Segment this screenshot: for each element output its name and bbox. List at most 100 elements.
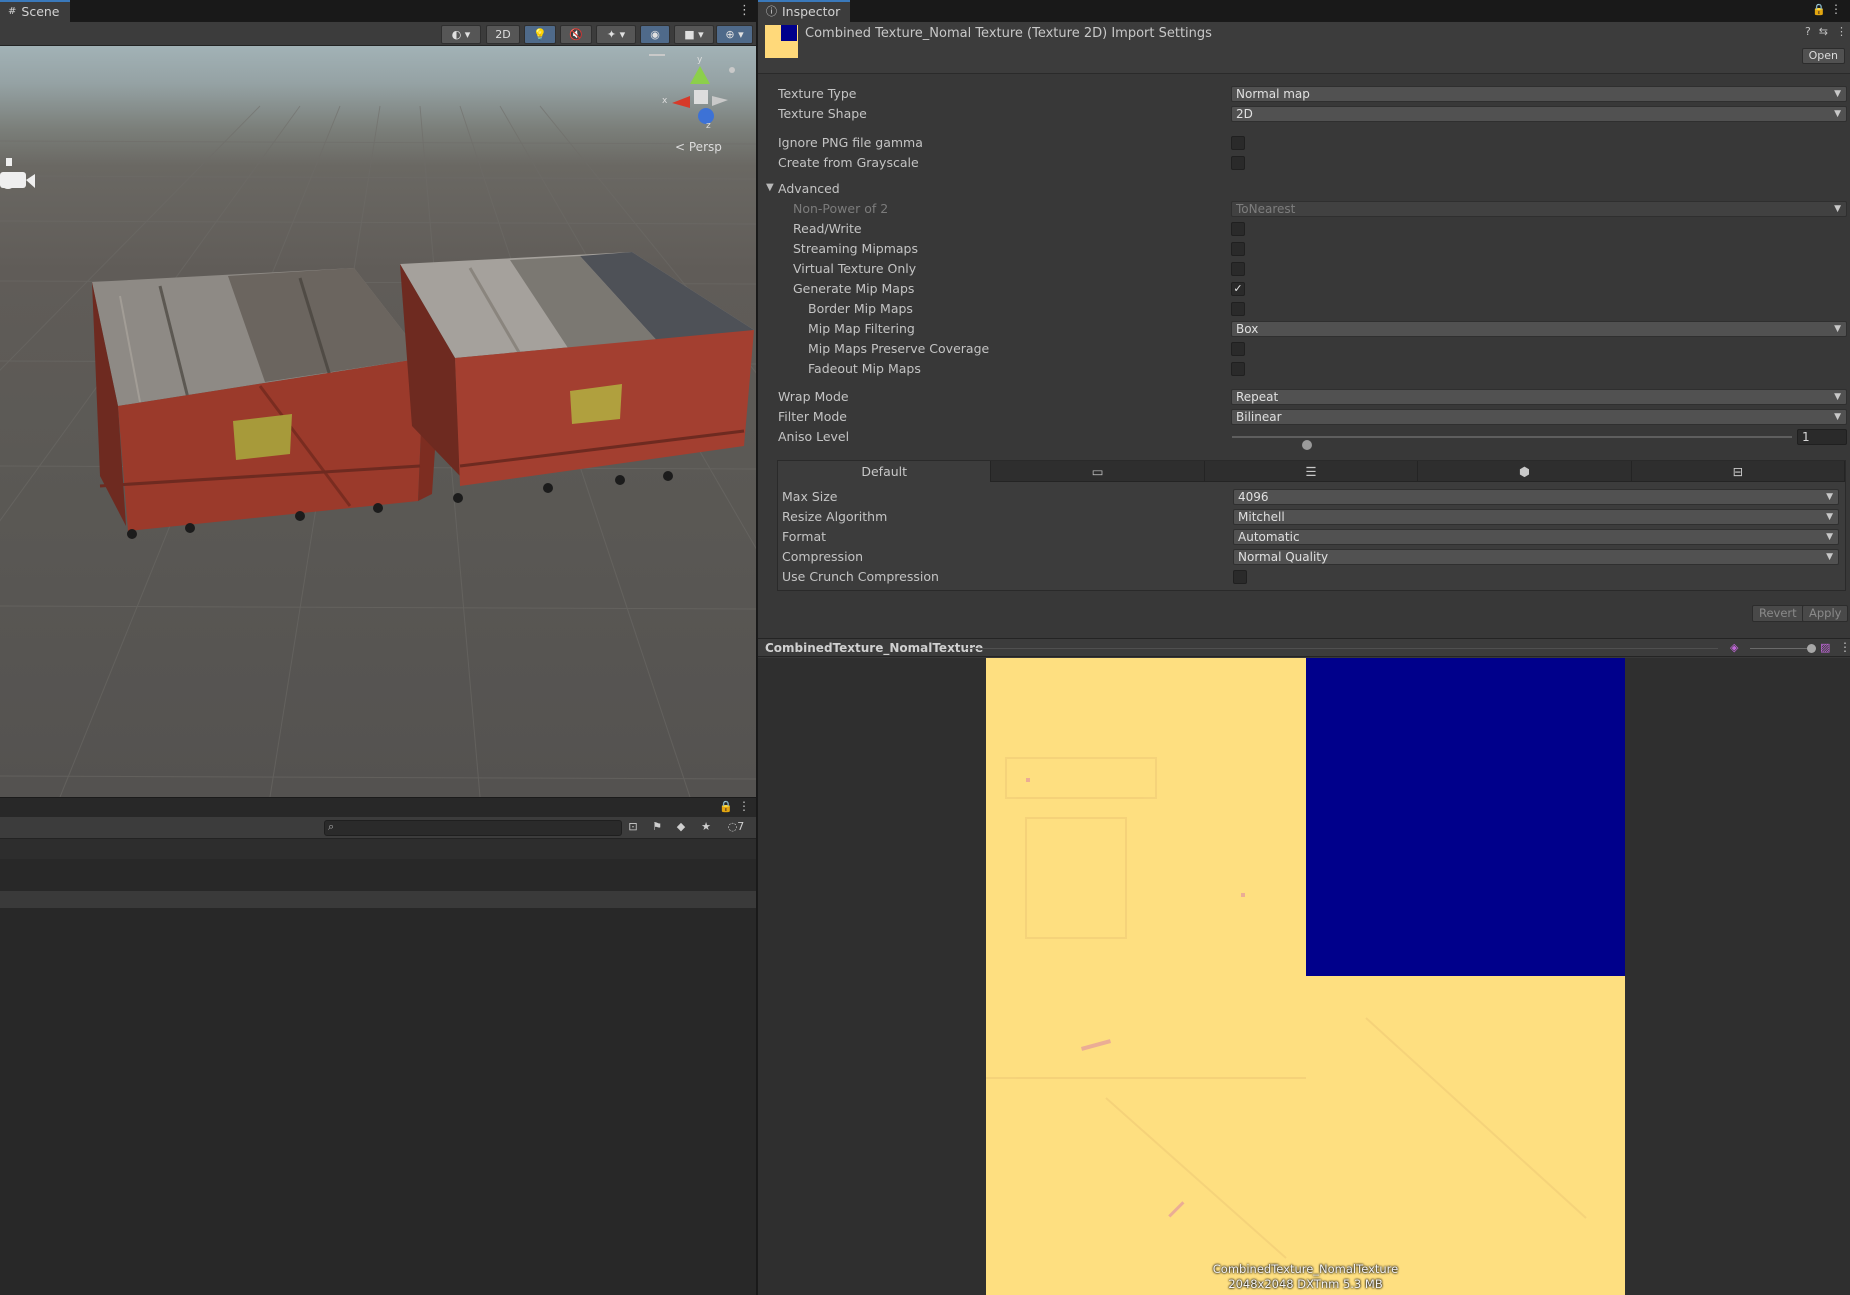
lock-icon[interactable]: 🔒 [719, 800, 733, 813]
dumpster-left[interactable] [92, 268, 440, 539]
info-icon: ⓘ [766, 5, 777, 18]
preview-drag-handle[interactable] [966, 648, 1718, 649]
streaming-mipmaps-label: Streaming Mipmaps [793, 241, 919, 256]
virtual-texture-only-checkbox[interactable] [1231, 262, 1245, 276]
texture-type-label: Texture Type [778, 86, 857, 101]
scene-render: y x z [0, 54, 756, 797]
virtual-texture-only-row: Virtual Texture Only [758, 260, 1850, 278]
normal-map-image: CombinedTexture_NomalTexture 2048x2048 D… [986, 658, 1625, 1295]
tab-default[interactable]: Default [778, 461, 992, 482]
aniso-level-slider[interactable] [1232, 436, 1792, 450]
list-row[interactable] [0, 839, 756, 859]
filter-mode-dropdown[interactable]: Bilinear ▼ [1231, 409, 1847, 425]
fadeout-mip-maps-row: Fadeout Mip Maps [758, 360, 1850, 378]
generate-mip-maps-checkbox[interactable]: ✓ [1231, 282, 1245, 296]
tab-webgl[interactable]: ⊟ [1631, 461, 1846, 482]
texture-shape-label: Texture Shape [778, 106, 867, 121]
use-crunch-checkbox[interactable] [1233, 570, 1247, 584]
preview-title: CombinedTexture_NomalTexture [765, 641, 984, 655]
mip-level-slider[interactable] [1750, 648, 1810, 649]
wrap-mode-row: Wrap Mode Repeat ▼ [758, 388, 1850, 406]
hierarchy-toolbar: ⌕ ⊡ ⚑ ◆ ★ ◌7 [0, 817, 756, 839]
border-mip-maps-checkbox[interactable] [1231, 302, 1245, 316]
filter-mode-value: Bilinear [1236, 410, 1282, 424]
gizmo-x-label: x [662, 96, 668, 106]
search-input[interactable] [325, 823, 621, 837]
non-power-of-2-label: Non-Power of 2 [793, 201, 889, 216]
advanced-label: Advanced [778, 181, 840, 196]
tab-inspector[interactable]: ⓘ Inspector [758, 0, 851, 22]
tab-android[interactable]: ⬢ [1418, 461, 1632, 482]
tab-standalone[interactable]: ▭ [991, 461, 1205, 482]
dumpster-right[interactable] [400, 252, 754, 503]
more-options-icon[interactable]: ⋮ [738, 799, 750, 813]
texture-shape-dropdown[interactable]: 2D ▼ [1231, 106, 1847, 122]
compression-dropdown[interactable]: Normal Quality ▼ [1233, 549, 1839, 565]
hierarchy-header: 🔒 ⋮ [0, 797, 756, 817]
aniso-level-input[interactable]: 1 [1797, 429, 1847, 445]
read-write-checkbox[interactable] [1231, 222, 1245, 236]
shading-mode-dropdown[interactable]: ◐ ▾ [441, 25, 481, 44]
fadeout-mip-maps-checkbox[interactable] [1231, 362, 1245, 376]
more-options-icon[interactable]: ⋮ [1830, 2, 1842, 16]
audio-toggle[interactable]: 🔇 [560, 25, 592, 44]
chevron-down-icon: ▼ [1826, 552, 1833, 562]
advanced-foldout[interactable]: ▼ Advanced [758, 180, 1850, 198]
alpha-toggle-icon[interactable]: ▨ [1820, 641, 1830, 654]
effects-dropdown[interactable]: ✦ ▾ [596, 25, 636, 44]
scene-viewport[interactable]: y x z < Persp [0, 46, 756, 797]
ignore-png-gamma-checkbox[interactable] [1231, 136, 1245, 150]
search-by-type-icon[interactable]: ⊡ [624, 820, 642, 836]
filter-people-icon[interactable]: ⚑ [648, 820, 666, 836]
lock-icon[interactable]: 🔒 [1812, 3, 1826, 16]
streaming-mipmaps-checkbox[interactable] [1231, 242, 1245, 256]
chevron-down-icon: ▼ [1834, 204, 1841, 214]
format-dropdown[interactable]: Automatic ▼ [1233, 529, 1839, 545]
favorite-star-icon[interactable]: ★ [697, 820, 715, 836]
list-row[interactable] [0, 859, 756, 879]
help-icon[interactable]: ? [1805, 25, 1811, 38]
create-from-grayscale-checkbox[interactable] [1231, 156, 1245, 170]
list-row-selected[interactable] [0, 891, 756, 908]
resize-algorithm-label: Resize Algorithm [782, 509, 888, 524]
camera-dropdown[interactable]: ■ ▾ [674, 25, 714, 44]
mip-map-filtering-dropdown[interactable]: Box ▼ [1231, 321, 1847, 337]
compression-label: Compression [782, 549, 864, 564]
gizmos-dropdown[interactable]: ⊕ ▾ [716, 25, 753, 44]
more-options-icon[interactable]: ⋮ [738, 3, 751, 18]
more-options-icon[interactable]: ⋮ [1839, 640, 1850, 654]
scene-visibility-toggle[interactable]: ◉ [640, 25, 670, 44]
open-button[interactable]: Open [1801, 48, 1845, 64]
chevron-down-icon: ▼ [1834, 109, 1841, 119]
mip-map-filtering-label: Mip Map Filtering [808, 321, 915, 336]
tab-active-indicator [758, 0, 851, 2]
tab-server[interactable]: ☰ [1204, 461, 1419, 482]
streaming-mipmaps-row: Streaming Mipmaps [758, 240, 1850, 258]
color-channel-icon[interactable]: ◈ [1730, 641, 1738, 654]
search-field[interactable]: ⌕ [324, 820, 622, 837]
inspector-header: Combined Texture_Nomal Texture (Texture … [758, 22, 1850, 74]
label-tag-icon[interactable]: ◆ [672, 820, 690, 836]
hidden-objects-toggle[interactable]: ◌7 [720, 820, 752, 836]
mip-maps-preserve-coverage-checkbox[interactable] [1231, 342, 1245, 356]
lighting-toggle[interactable]: 💡 [524, 25, 556, 44]
slider-thumb[interactable] [1807, 644, 1816, 653]
wrap-mode-value: Repeat [1236, 390, 1279, 404]
texture-type-dropdown[interactable]: Normal map ▼ [1231, 86, 1847, 102]
revert-button[interactable]: Revert [1752, 605, 1804, 622]
projection-toggle[interactable]: < Persp [675, 140, 722, 154]
orientation-gizmo[interactable]: y x z [649, 54, 735, 131]
border-mip-maps-row: Border Mip Maps [758, 300, 1850, 318]
wrap-mode-dropdown[interactable]: Repeat ▼ [1231, 389, 1847, 405]
apply-button[interactable]: Apply [1802, 605, 1849, 622]
scene-camera-icon[interactable] [0, 158, 35, 189]
preset-icon[interactable]: ⇆ [1819, 25, 1828, 38]
slider-thumb[interactable] [1302, 440, 1312, 450]
tab-scene[interactable]: # Scene [0, 0, 70, 22]
max-size-dropdown[interactable]: 4096 ▼ [1233, 489, 1839, 505]
resize-algorithm-value: Mitchell [1238, 510, 1285, 524]
more-options-icon[interactable]: ⋮ [1836, 25, 1847, 38]
texture-thumbnail [765, 25, 798, 58]
toggle-2d-button[interactable]: 2D [486, 25, 520, 44]
resize-algorithm-dropdown[interactable]: Mitchell ▼ [1233, 509, 1839, 525]
